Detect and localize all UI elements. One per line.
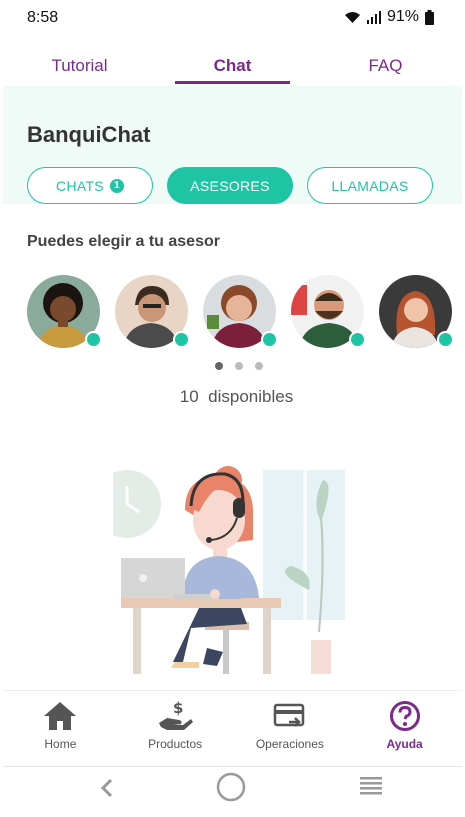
online-indicator	[261, 331, 278, 348]
asesores-label: ASESORES	[190, 177, 270, 194]
segment-control: CHATS 1 ASESORES LLAMADAS	[27, 167, 433, 204]
back-icon[interactable]	[97, 777, 117, 799]
signal-icon	[366, 10, 381, 24]
available-advisors: 10 disponibles	[3, 387, 462, 407]
svg-text:$: $	[173, 699, 183, 717]
online-indicator	[173, 331, 190, 348]
nav-ayuda[interactable]: Ayuda	[347, 691, 462, 760]
advisor-card[interactable]	[27, 275, 102, 350]
available-count: 10	[179, 387, 199, 406]
online-indicator	[437, 331, 454, 348]
home-circle-icon[interactable]	[215, 771, 247, 803]
nav-operaciones-label: Operaciones	[255, 737, 324, 751]
llamadas-label: LLAMADAS	[331, 177, 409, 194]
nav-home[interactable]: Home	[3, 691, 118, 760]
battery-text: 91%	[386, 8, 419, 25]
tab-chat[interactable]: Chat	[156, 36, 309, 86]
wifi-icon	[344, 11, 360, 23]
home-icon	[44, 702, 77, 730]
asesores-button[interactable]: ASESORES	[167, 167, 293, 204]
advisor-card[interactable]	[115, 275, 190, 350]
nav-home-label: Home	[44, 737, 77, 751]
advisor-card[interactable]	[203, 275, 278, 350]
carousel-pager	[3, 362, 462, 370]
pager-dot[interactable]	[254, 362, 263, 370]
chats-label: CHATS	[56, 177, 104, 194]
support-agent-illustration	[113, 466, 345, 674]
chats-badge: 1	[109, 178, 124, 193]
app-screen: 8:58 91% Tutorial Chat FAQ BanquiChat CH…	[3, 0, 462, 817]
llamadas-button[interactable]: LLAMADAS	[307, 167, 433, 204]
battery-icon	[425, 9, 434, 25]
pager-dot[interactable]	[214, 362, 223, 370]
nav-operaciones[interactable]: Operaciones	[233, 691, 348, 760]
status-bar: 8:58 91%	[3, 0, 462, 36]
header-band: BanquiChat CHATS 1 ASESORES LLAMADAS	[3, 86, 462, 204]
advisor-card[interactable]	[291, 275, 366, 350]
help-circle-icon	[389, 701, 420, 731]
recents-icon[interactable]	[359, 775, 383, 797]
system-navigation-bar	[3, 766, 462, 817]
nav-productos-label: Productos	[148, 737, 203, 751]
top-tabs: Tutorial Chat FAQ	[3, 36, 462, 86]
advisor-carousel	[27, 275, 454, 350]
chats-button[interactable]: CHATS 1	[27, 167, 153, 204]
tab-tutorial[interactable]: Tutorial	[3, 36, 156, 86]
pager-dot[interactable]	[234, 362, 243, 370]
nav-ayuda-label: Ayuda	[386, 737, 423, 751]
advisor-card[interactable]	[379, 275, 454, 350]
available-label: disponibles	[208, 387, 294, 406]
nav-productos[interactable]: $ Productos	[118, 691, 233, 760]
online-indicator	[85, 331, 102, 348]
status-icons: 91%	[344, 8, 434, 26]
online-indicator	[349, 331, 366, 348]
bottom-navigation: Home $ Productos Operaciones Ayuda	[3, 690, 462, 760]
card-transfer-icon	[273, 703, 305, 727]
section-title: Puedes elegir a tu asesor	[27, 233, 220, 250]
page-title: BanquiChat	[27, 122, 151, 147]
status-time: 8:58	[27, 9, 59, 26]
tab-faq[interactable]: FAQ	[309, 36, 462, 86]
money-hand-icon: $	[159, 699, 194, 730]
